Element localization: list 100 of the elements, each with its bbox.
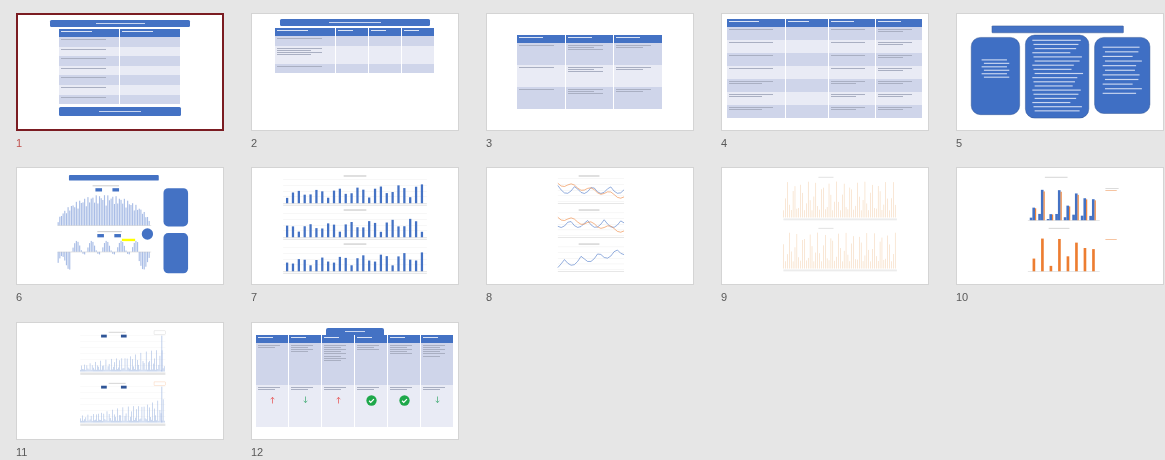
up-arrow-icon xyxy=(335,395,341,406)
bar xyxy=(338,189,341,204)
slide-number: 5 xyxy=(956,136,963,150)
bar xyxy=(414,260,418,272)
callout-box xyxy=(163,188,189,227)
bar xyxy=(350,265,353,272)
label-tag xyxy=(114,234,121,238)
bar xyxy=(350,222,353,238)
bar xyxy=(385,256,388,272)
slide-thumbnail[interactable] xyxy=(16,13,224,131)
chart-title-line xyxy=(1044,177,1068,178)
bar xyxy=(403,188,406,204)
bar xyxy=(409,259,412,272)
bar xyxy=(327,261,330,272)
bar xyxy=(286,198,289,204)
down-arrow-icon xyxy=(302,395,308,406)
check-icon xyxy=(398,395,410,407)
bar xyxy=(1032,258,1036,272)
chart-title-line xyxy=(108,382,126,384)
bar xyxy=(403,226,406,238)
check-icon xyxy=(365,395,377,407)
bar xyxy=(356,258,359,272)
slide-number: 10 xyxy=(956,290,969,305)
bar xyxy=(362,190,365,204)
bar xyxy=(291,192,295,204)
bar xyxy=(297,259,300,272)
bar xyxy=(414,187,418,204)
bar xyxy=(379,255,383,272)
bar xyxy=(338,257,341,272)
chart-title-line xyxy=(1048,228,1070,229)
bar xyxy=(373,223,377,238)
bar xyxy=(385,222,388,238)
bar xyxy=(297,231,300,238)
legend-box xyxy=(153,381,166,386)
bar xyxy=(315,190,318,204)
label-tag xyxy=(120,334,127,338)
bar xyxy=(1041,238,1044,272)
bar xyxy=(344,224,347,238)
chart-title-line xyxy=(343,209,367,211)
bar xyxy=(338,232,341,238)
bar xyxy=(303,195,306,204)
bar xyxy=(368,221,371,238)
bar xyxy=(297,191,300,204)
up-arrow-icon xyxy=(269,395,275,406)
bar xyxy=(344,194,347,204)
bar xyxy=(344,258,347,272)
bar xyxy=(309,224,312,238)
bar xyxy=(1092,249,1095,272)
chart-title-line xyxy=(97,231,122,233)
bar xyxy=(379,186,383,204)
slide-number: 3 xyxy=(486,136,493,150)
chart-title-line xyxy=(92,185,120,187)
bar xyxy=(1049,266,1053,272)
bar xyxy=(315,260,318,272)
bar xyxy=(379,232,383,238)
label-tag xyxy=(101,334,107,338)
bar xyxy=(362,255,365,272)
slide-number: 8 xyxy=(486,290,493,305)
bar xyxy=(291,263,295,272)
bar xyxy=(332,262,336,272)
down-arrow-icon xyxy=(434,395,440,406)
bar xyxy=(321,191,324,204)
bar xyxy=(321,228,324,238)
callout-box xyxy=(163,233,189,274)
bar xyxy=(420,184,424,204)
bar xyxy=(327,198,330,204)
bar xyxy=(373,261,377,272)
circle-icon xyxy=(141,228,154,241)
bar xyxy=(414,221,418,238)
bar xyxy=(1083,248,1087,272)
slide-number: 6 xyxy=(16,290,23,305)
slide-number: 7 xyxy=(251,290,258,305)
bar xyxy=(321,257,324,272)
bar xyxy=(368,197,371,204)
bar xyxy=(362,227,365,238)
bar xyxy=(420,252,424,272)
legend-line xyxy=(1105,239,1117,241)
chart-title-line xyxy=(343,175,367,177)
label-tag xyxy=(101,385,107,389)
bar xyxy=(303,226,306,238)
bar xyxy=(356,187,359,204)
bar xyxy=(397,256,400,272)
label-tag xyxy=(120,385,127,389)
bar xyxy=(391,220,394,238)
bar xyxy=(332,224,336,238)
bar xyxy=(286,262,289,272)
bar xyxy=(368,260,371,272)
chart-title-line xyxy=(343,243,367,245)
chart-title-line xyxy=(108,331,126,333)
bar xyxy=(309,265,312,272)
bar xyxy=(391,192,394,204)
bar xyxy=(397,226,400,238)
label-tag xyxy=(95,188,103,192)
highlight-mark xyxy=(121,239,136,242)
label-tag xyxy=(97,234,104,238)
slide-number: 2 xyxy=(251,136,258,150)
bar xyxy=(409,197,412,204)
bar xyxy=(315,228,318,238)
bar xyxy=(397,185,400,204)
bar xyxy=(356,227,359,238)
